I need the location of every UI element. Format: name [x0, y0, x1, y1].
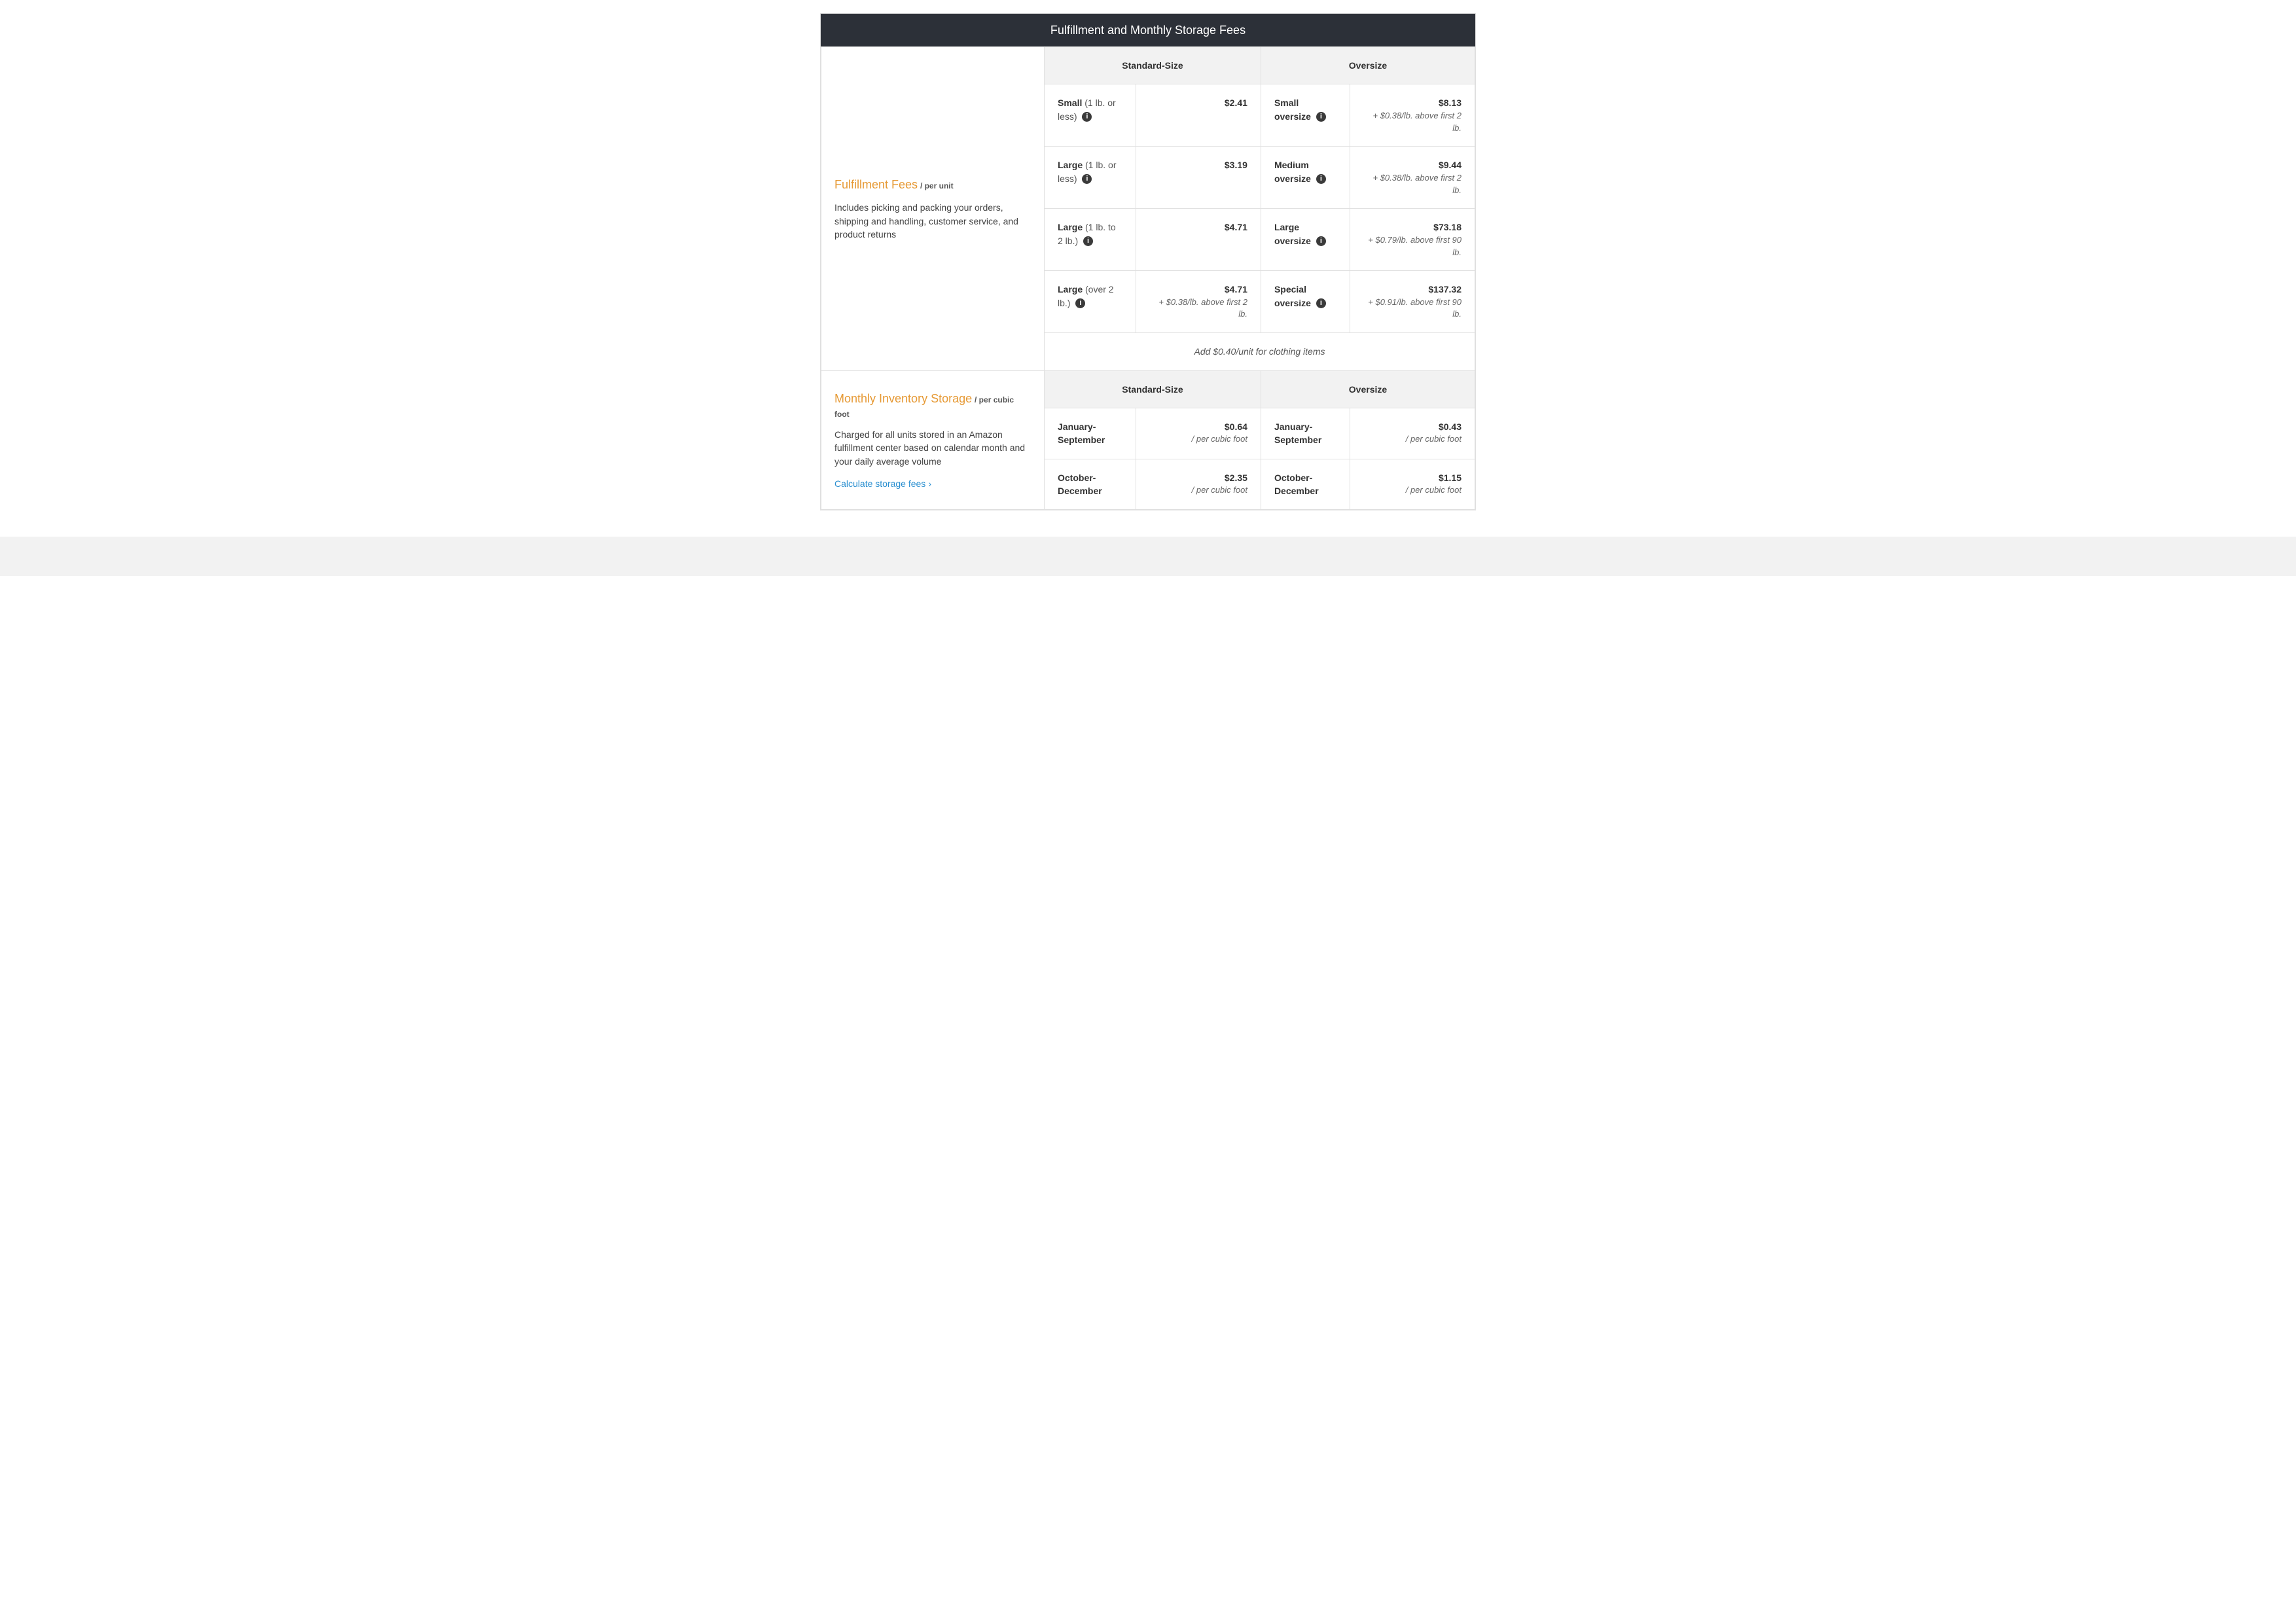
- price-value: $4.71: [1149, 221, 1247, 234]
- period-label: January-September: [1274, 421, 1321, 445]
- fulfillment-section: Fulfillment Fees / per unit Includes pic…: [821, 47, 1045, 371]
- period-label: October-December: [1274, 473, 1319, 496]
- price-extra: + $0.38/lb. above first 2 lb.: [1363, 172, 1462, 197]
- info-icon[interactable]: i: [1075, 298, 1085, 308]
- info-icon[interactable]: i: [1316, 174, 1326, 184]
- calculate-storage-link[interactable]: Calculate storage fees›: [834, 477, 931, 490]
- clothing-note: Add $0.40/unit for clothing items: [1045, 333, 1475, 370]
- standard-size-header: Standard-Size: [1045, 370, 1261, 408]
- price-value: $73.18: [1433, 222, 1462, 232]
- info-icon[interactable]: i: [1082, 174, 1092, 184]
- oversize-header: Oversize: [1261, 47, 1475, 84]
- per-unit: / per cubic foot: [1363, 484, 1462, 497]
- fulfillment-unit: / per unit: [920, 181, 954, 190]
- tier-name: Special oversize: [1274, 284, 1311, 308]
- price-extra: + $0.38/lb. above first 2 lb.: [1363, 110, 1462, 135]
- fulfillment-title: Fulfillment Fees: [834, 178, 918, 191]
- storage-section: Monthly Inventory Storage / per cubic fo…: [821, 370, 1045, 509]
- per-unit: / per cubic foot: [1363, 433, 1462, 446]
- price-value: $0.64: [1225, 421, 1247, 432]
- fees-table: Fulfillment Fees / per unit Includes pic…: [821, 46, 1475, 510]
- price-value: $4.71: [1225, 284, 1247, 294]
- info-icon[interactable]: i: [1316, 298, 1326, 308]
- price-value: $2.35: [1225, 473, 1247, 483]
- oversize-header: Oversize: [1261, 370, 1475, 408]
- price-value: $137.32: [1428, 284, 1462, 294]
- tier-name: Large: [1058, 160, 1083, 170]
- period-label: October-December: [1058, 473, 1102, 496]
- per-unit: / per cubic foot: [1149, 484, 1247, 497]
- price-value: $3.19: [1149, 158, 1247, 171]
- tier-name: Large: [1058, 222, 1083, 232]
- fulfillment-description: Includes picking and packing your orders…: [834, 201, 1031, 241]
- footer-area: [0, 537, 2296, 576]
- tier-name: Small: [1058, 98, 1082, 108]
- price-value: $0.43: [1439, 421, 1462, 432]
- period-label: January-September: [1058, 421, 1105, 445]
- tier-name: Large: [1058, 284, 1083, 294]
- price-value: $1.15: [1439, 473, 1462, 483]
- tier-name: Large oversize: [1274, 222, 1311, 245]
- price-value: $2.41: [1149, 96, 1247, 109]
- storage-title: Monthly Inventory Storage: [834, 392, 972, 405]
- storage-description: Charged for all units stored in an Amazo…: [834, 428, 1031, 468]
- info-icon[interactable]: i: [1316, 112, 1326, 122]
- standard-size-header: Standard-Size: [1045, 47, 1261, 84]
- price-extra: + $0.79/lb. above first 90 lb.: [1363, 234, 1462, 259]
- page-title: Fulfillment and Monthly Storage Fees: [821, 14, 1475, 46]
- price-value: $9.44: [1439, 160, 1462, 170]
- tier-name: Small oversize: [1274, 98, 1311, 121]
- info-icon[interactable]: i: [1082, 112, 1092, 122]
- tier-name: Medium oversize: [1274, 160, 1311, 183]
- info-icon[interactable]: i: [1316, 236, 1326, 246]
- price-extra: + $0.91/lb. above first 90 lb.: [1363, 296, 1462, 321]
- per-unit: / per cubic foot: [1149, 433, 1247, 446]
- link-label: Calculate storage fees: [834, 478, 925, 489]
- info-icon[interactable]: i: [1083, 236, 1093, 246]
- chevron-right-icon: ›: [928, 478, 931, 489]
- price-extra: + $0.38/lb. above first 2 lb.: [1149, 296, 1247, 321]
- price-value: $8.13: [1439, 98, 1462, 108]
